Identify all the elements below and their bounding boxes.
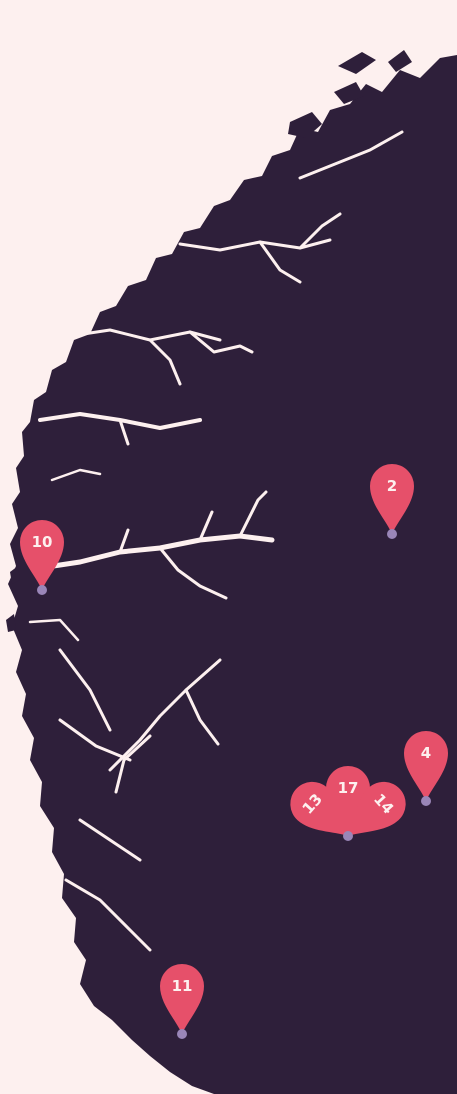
marker-anchor-dot	[343, 831, 353, 841]
map[interactable]: 2 10 4 13 17 14 11	[0, 0, 457, 1094]
marker-label: 11	[172, 977, 193, 995]
marker-label: 17	[338, 779, 359, 797]
marker-anchor-dot	[177, 1029, 187, 1039]
marker-label: 2	[387, 477, 397, 495]
marker-anchor-dot	[387, 529, 397, 539]
map-canvas[interactable]: 210413171411	[0, 0, 457, 1094]
marker-label: 10	[32, 533, 53, 551]
marker-anchor-dot	[421, 796, 431, 806]
marker-label: 4	[421, 744, 431, 762]
marker-anchor-dot	[37, 585, 47, 595]
